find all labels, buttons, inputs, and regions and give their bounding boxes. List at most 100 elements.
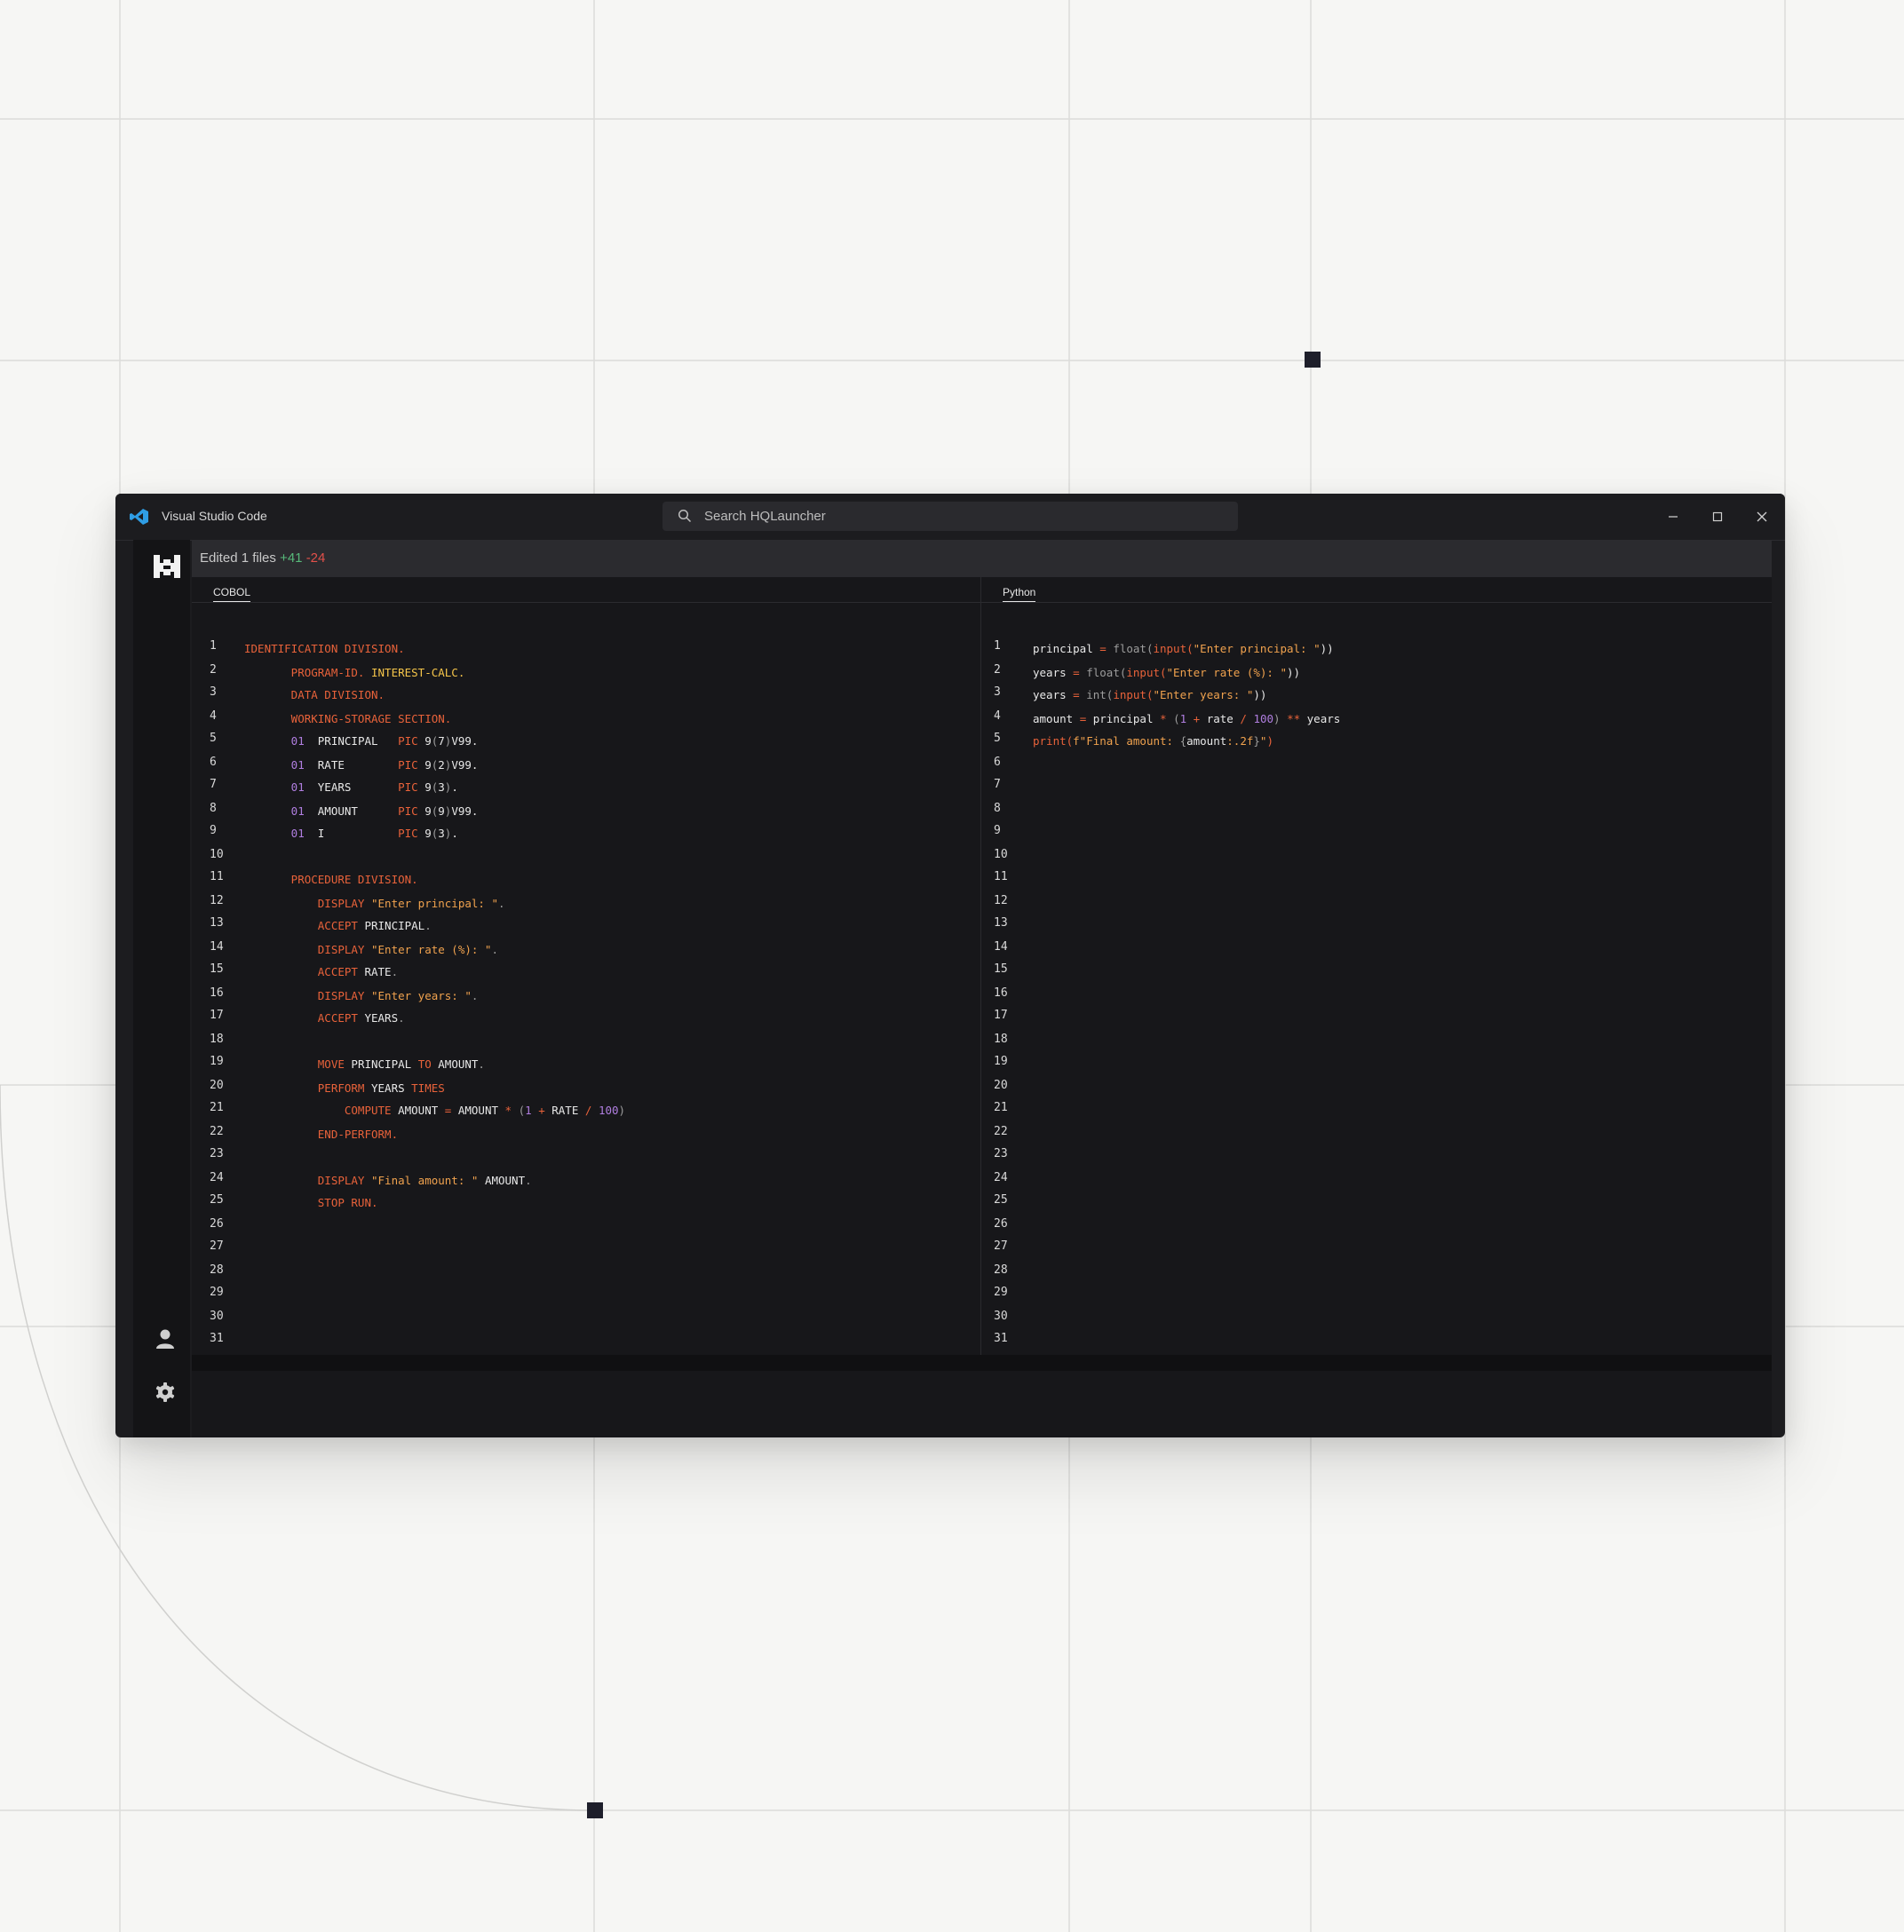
gear-icon[interactable]: [155, 1382, 176, 1403]
code-token: 9: [424, 780, 432, 794]
code-line[interactable]: years = int(input("Enter years: ")): [1033, 688, 1266, 701]
line-number: 15: [210, 962, 224, 976]
user-icon[interactable]: [155, 1328, 175, 1350]
code-line[interactable]: IDENTIFICATION DIVISION.: [244, 642, 405, 655]
line-number: 18: [994, 1033, 1008, 1046]
code-line[interactable]: 01 I PIC 9(3).: [244, 827, 458, 840]
code-line[interactable]: WORKING-STORAGE SECTION.: [244, 712, 452, 725]
code-token: PIC: [398, 758, 425, 772]
line-number: 20: [210, 1079, 224, 1092]
code-token: +: [1193, 712, 1207, 725]
code-line[interactable]: amount = principal * (1 + rate / 100) **…: [1033, 712, 1340, 725]
code-token: "Enter years: ": [371, 989, 472, 1002]
line-number: 17: [994, 1009, 1008, 1022]
line-number: 14: [994, 940, 1008, 954]
code-line[interactable]: ACCEPT RATE.: [244, 965, 398, 978]
line-number: 16: [210, 986, 224, 1000]
search-input[interactable]: Search HQLauncher: [662, 502, 1238, 531]
code-token: PROCEDURE DIVISION.: [244, 873, 418, 886]
code-token: END-PERFORM.: [244, 1128, 399, 1141]
code-token: "Enter rate (%): ": [371, 943, 492, 956]
code-token: PIC: [398, 827, 425, 840]
maximize-icon[interactable]: [1707, 506, 1728, 527]
vscode-window: Visual Studio Code Search HQLauncher Edi…: [115, 494, 1785, 1437]
code-line[interactable]: 01 AMOUNT PIC 9(9)V99.: [244, 804, 479, 818]
line-number: 21: [994, 1101, 1008, 1114]
line-number: 15: [994, 962, 1008, 976]
code-token: ACCEPT: [244, 1011, 365, 1025]
code-line[interactable]: print(f"Final amount: {amount:.2f}"): [1033, 734, 1273, 748]
code-token: DISPLAY: [244, 943, 371, 956]
code-token: RATE: [364, 965, 392, 978]
code-line[interactable]: DISPLAY "Enter years: ".: [244, 989, 479, 1002]
editor-footer-strip: [192, 1355, 1772, 1371]
code-token: 9: [424, 827, 432, 840]
code-token: INTEREST-CALC.: [371, 666, 465, 679]
line-number: 20: [994, 1079, 1008, 1092]
code-token: :.2f: [1226, 734, 1254, 748]
code-line[interactable]: STOP RUN.: [244, 1196, 378, 1209]
code-line[interactable]: COMPUTE AMOUNT = AMOUNT * (1 + RATE / 10…: [244, 1104, 625, 1117]
code-line[interactable]: ACCEPT PRINCIPAL.: [244, 919, 432, 932]
code-token: YEARS: [364, 1011, 399, 1025]
line-number: 10: [994, 848, 1008, 861]
code-token: amount: [1186, 734, 1227, 748]
code-line[interactable]: DISPLAY "Final amount: " AMOUNT.: [244, 1174, 532, 1187]
code-token: DISPLAY: [244, 897, 371, 910]
title-bar: Visual Studio Code Search HQLauncher: [115, 494, 1785, 541]
code-token: =: [444, 1104, 458, 1117]
code-token: principal: [1092, 712, 1161, 725]
code-token: 100: [1253, 712, 1274, 725]
line-number: 13: [994, 916, 1008, 930]
code-token: years: [1033, 688, 1074, 701]
line-number: 25: [994, 1193, 1008, 1207]
line-number: 11: [994, 870, 1008, 883]
line-number: 4: [210, 709, 217, 723]
code-token: =: [1079, 712, 1093, 725]
code-line[interactable]: ACCEPT YEARS.: [244, 1011, 405, 1025]
code-token: )): [1253, 688, 1267, 701]
code-token: (: [1173, 712, 1180, 725]
code-token: ): [1266, 734, 1273, 748]
line-number: 27: [210, 1239, 224, 1253]
line-number: 29: [994, 1286, 1008, 1299]
code-line[interactable]: DISPLAY "Enter principal: ".: [244, 897, 505, 910]
code-line[interactable]: 01 RATE PIC 9(2)V99.: [244, 758, 479, 772]
code-line[interactable]: PERFORM YEARS TIMES: [244, 1081, 445, 1095]
code-token: principal: [1033, 642, 1100, 655]
line-number: 31: [994, 1332, 1008, 1345]
line-number: 16: [994, 986, 1008, 1000]
code-line[interactable]: DATA DIVISION.: [244, 688, 385, 701]
code-line[interactable]: DISPLAY "Enter rate (%): ".: [244, 943, 498, 956]
code-token: +: [538, 1104, 552, 1117]
code-token: YEARS: [371, 1081, 412, 1095]
code-line[interactable]: END-PERFORM.: [244, 1128, 398, 1141]
tab-python[interactable]: Python: [1003, 586, 1036, 602]
line-number: 1: [210, 639, 217, 653]
code-line[interactable]: PROCEDURE DIVISION.: [244, 873, 418, 886]
code-token: V99.: [451, 758, 479, 772]
code-line[interactable]: principal = float(input("Enter principal…: [1033, 642, 1334, 655]
line-number: 5: [994, 732, 1001, 745]
code-line[interactable]: PROGRAM-ID. INTEREST-CALC.: [244, 666, 465, 679]
code-token: 01: [244, 734, 305, 748]
code-token: PIC: [398, 734, 425, 748]
minimize-icon[interactable]: [1662, 506, 1684, 527]
code-token: PERFORM: [244, 1081, 371, 1095]
code-token: AMOUNT: [484, 1174, 526, 1187]
code-line[interactable]: 01 PRINCIPAL PIC 9(7)V99.: [244, 734, 479, 748]
code-token: YEARS: [304, 780, 399, 794]
line-number: 9: [994, 824, 1001, 837]
tab-cobol[interactable]: COBOL: [213, 586, 251, 602]
code-line[interactable]: years = float(input("Enter rate (%): ")): [1033, 666, 1300, 679]
line-number: 24: [994, 1171, 1008, 1184]
code-line[interactable]: 01 YEARS PIC 9(3).: [244, 780, 458, 794]
code-line[interactable]: MOVE PRINCIPAL TO AMOUNT.: [244, 1057, 485, 1071]
code-token: PRINCIPAL: [364, 919, 425, 932]
close-icon[interactable]: [1751, 506, 1773, 527]
code-token: {: [1179, 734, 1187, 748]
code-token: *: [504, 1104, 519, 1117]
code-token: /: [584, 1104, 599, 1117]
line-number: 28: [994, 1263, 1008, 1277]
code-token: AMOUNT: [304, 804, 399, 818]
